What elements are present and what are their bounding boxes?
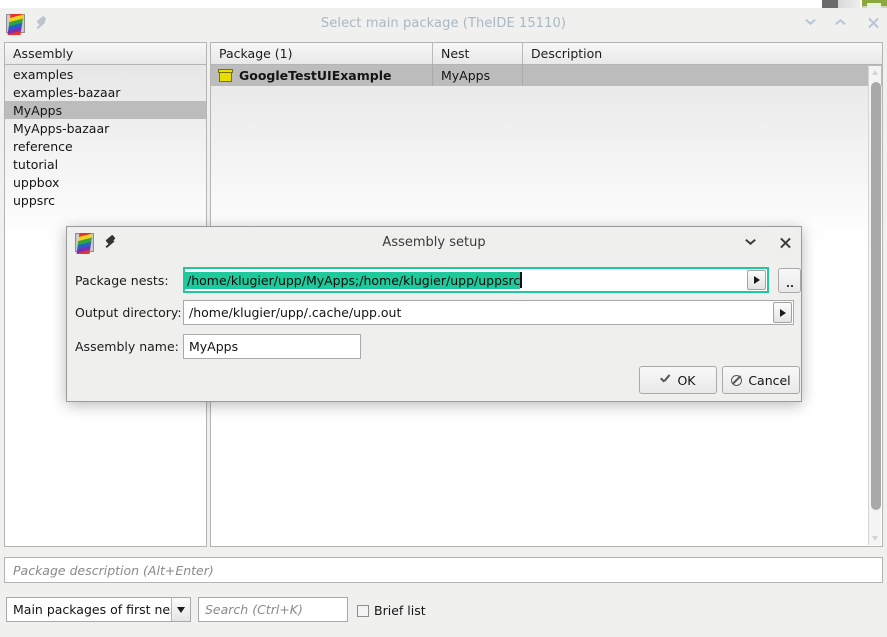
application-window: Select main package (TheIDE 15110) Assem… xyxy=(0,0,887,637)
dialog-window-controls xyxy=(745,227,793,258)
dialog-minimize-button[interactable] xyxy=(745,235,761,251)
package-name: GoogleTestUIExample xyxy=(239,68,391,83)
dialog-title: Assembly setup xyxy=(67,235,801,250)
window-controls xyxy=(805,8,881,38)
list-item[interactable]: MyApps xyxy=(5,101,206,119)
output-directory-label: Output directory: xyxy=(75,305,183,320)
brief-list-checkbox[interactable]: Brief list xyxy=(357,603,426,618)
package-description-placeholder: Package description (Alt+Enter) xyxy=(13,563,214,578)
background-artifact-dark xyxy=(822,0,838,8)
assembly-name-label: Assembly name: xyxy=(75,339,183,354)
desktop-background-sliver xyxy=(0,0,887,8)
cell-description xyxy=(523,65,882,86)
background-artifact-green xyxy=(862,0,887,8)
vertical-scrollbar[interactable] xyxy=(868,66,881,545)
scroll-up-icon[interactable] xyxy=(869,66,882,79)
text-caret xyxy=(520,272,522,288)
assembly-name-input[interactable]: MyApps xyxy=(183,334,361,359)
package-nests-label: Package nests: xyxy=(75,273,183,288)
package-nests-value: /home/klugier/upp/MyApps;/home/klugier/u… xyxy=(185,272,520,289)
bottom-toolbar: Main packages of first nest Search (Ctrl… xyxy=(0,590,887,637)
ban-icon xyxy=(731,375,742,386)
background-artifact-light xyxy=(838,0,860,8)
package-header-row: Package (1) Nest Description xyxy=(211,43,882,65)
dialog-close-icon[interactable] xyxy=(777,235,793,251)
package-nests-row: Package nests: /home/klugier/upp/MyApps;… xyxy=(75,267,801,293)
dialog-titlebar: Assembly setup xyxy=(67,227,801,258)
dialog-cancel-label: Cancel xyxy=(748,373,790,388)
list-item[interactable]: reference xyxy=(5,137,206,155)
assembly-name-value: MyApps xyxy=(184,339,238,354)
maximize-button[interactable] xyxy=(835,15,851,31)
list-item[interactable]: examples-bazaar xyxy=(5,83,206,101)
output-directory-row: Output directory: /home/klugier/upp/.cac… xyxy=(75,300,794,325)
output-directory-value: /home/klugier/upp/.cache/upp.out xyxy=(184,305,401,320)
scroll-down-icon[interactable] xyxy=(869,532,882,545)
dialog-cancel-button[interactable]: Cancel xyxy=(722,366,800,394)
assembly-list: examples examples-bazaar MyApps MyApps-b… xyxy=(5,65,206,209)
chevron-down-icon[interactable] xyxy=(171,598,190,621)
dialog-ok-button[interactable]: OK xyxy=(639,366,717,394)
brief-list-label: Brief list xyxy=(374,603,426,618)
assembly-header-row: Assembly xyxy=(5,43,206,65)
column-header-description[interactable]: Description xyxy=(523,43,882,64)
assembly-setup-dialog: Assembly setup Package nests: /home/klug… xyxy=(66,226,802,402)
column-header-nest[interactable]: Nest xyxy=(433,43,523,64)
check-icon xyxy=(660,376,671,384)
list-item[interactable]: MyApps-bazaar xyxy=(5,119,206,137)
search-input[interactable]: Search (Ctrl+K) xyxy=(198,597,348,622)
package-description-field[interactable]: Package description (Alt+Enter) xyxy=(4,557,883,583)
package-box-icon xyxy=(218,69,233,82)
package-nests-input[interactable]: /home/klugier/upp/MyApps;/home/klugier/u… xyxy=(183,267,769,293)
dialog-ok-label: OK xyxy=(677,373,695,388)
minimize-button[interactable] xyxy=(805,15,821,31)
filter-combo[interactable]: Main packages of first nest xyxy=(6,597,191,622)
output-directory-input[interactable]: /home/klugier/upp/.cache/upp.out xyxy=(183,300,794,325)
page-title: Select main package (TheIDE 15110) xyxy=(0,16,887,31)
list-item[interactable]: uppsrc xyxy=(5,191,206,209)
output-directory-dropdown-button[interactable] xyxy=(773,302,792,323)
filter-combo-value: Main packages of first nest xyxy=(7,602,182,617)
window-titlebar: Select main package (TheIDE 15110) xyxy=(0,8,887,38)
list-item[interactable]: uppbox xyxy=(5,173,206,191)
search-placeholder: Search (Ctrl+K) xyxy=(205,602,303,617)
package-nests-dropdown-button[interactable] xyxy=(747,270,766,290)
list-item[interactable]: examples xyxy=(5,65,206,83)
column-header-package[interactable]: Package (1) xyxy=(211,43,433,64)
scrollbar-thumb[interactable] xyxy=(871,82,881,510)
cell-package: GoogleTestUIExample xyxy=(211,65,433,86)
cell-nest: MyApps xyxy=(433,65,523,86)
assembly-name-row: Assembly name: MyApps xyxy=(75,334,361,359)
list-item[interactable]: tutorial xyxy=(5,155,206,173)
package-nests-browse-button[interactable] xyxy=(778,268,801,293)
assembly-column-header[interactable]: Assembly xyxy=(5,43,206,64)
checkbox-box[interactable] xyxy=(357,605,369,617)
close-icon[interactable] xyxy=(865,15,881,31)
table-row[interactable]: GoogleTestUIExample MyApps xyxy=(211,65,882,86)
